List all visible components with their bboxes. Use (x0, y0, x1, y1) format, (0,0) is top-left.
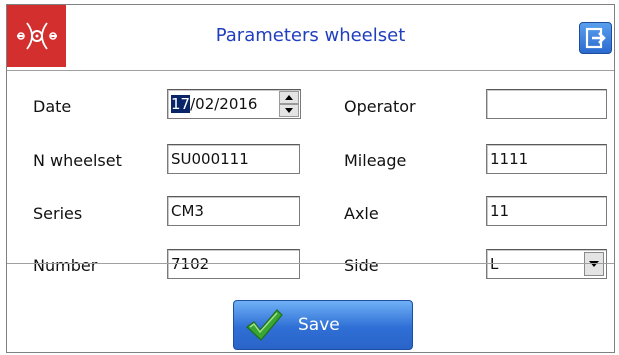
axle-label: Axle (344, 204, 379, 223)
save-button[interactable]: Save (233, 300, 413, 350)
number-field[interactable]: 7102 (167, 249, 300, 279)
date-rest-segment[interactable]: /02/2016 (190, 95, 257, 113)
exit-button[interactable] (579, 22, 612, 54)
spin-down-button[interactable] (279, 104, 299, 117)
chevron-down-icon (589, 261, 599, 267)
wheelset-label: N wheelset (33, 151, 122, 170)
checkmark-icon (246, 309, 283, 341)
date-field[interactable]: 17/02/2016 (167, 89, 301, 119)
date-label: Date (33, 97, 72, 116)
spin-up-button[interactable] (279, 91, 299, 104)
mileage-label: Mileage (344, 151, 407, 170)
header-bar: Parameters wheelset (7, 5, 614, 71)
series-field[interactable]: CM3 (167, 196, 300, 226)
wheelset-logo-icon (7, 5, 66, 67)
footer-divider (7, 263, 614, 264)
save-label: Save (298, 315, 340, 335)
axle-field[interactable]: 11 (486, 196, 607, 226)
side-selected-value: L (490, 255, 499, 273)
date-day-segment[interactable]: 17 (171, 95, 191, 113)
mileage-field[interactable]: 1111 (486, 144, 607, 174)
operator-field[interactable] (486, 89, 607, 119)
side-label: Side (344, 256, 379, 275)
exit-icon (585, 27, 606, 49)
parameters-window: Parameters wheelset Date 17/02/2016 Oper… (6, 4, 615, 353)
wheelset-field[interactable]: SU000111 (167, 144, 300, 174)
operator-label: Operator (344, 97, 416, 116)
side-select[interactable]: L (486, 249, 607, 279)
dropdown-arrow-button[interactable] (584, 252, 604, 276)
number-label: Number (33, 256, 98, 275)
series-label: Series (33, 204, 83, 223)
date-spinner[interactable] (279, 91, 299, 117)
page-title: Parameters wheelset (215, 25, 406, 46)
